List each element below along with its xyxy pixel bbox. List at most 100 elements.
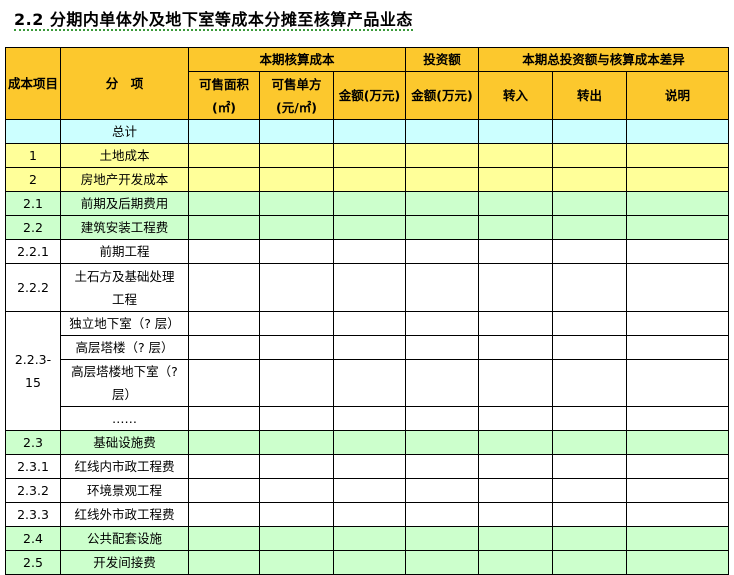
table-cell [188,263,260,312]
table-row: 2 房地产开发成本 [5,167,729,192]
table-cell [478,335,553,360]
table-cell [333,406,406,431]
table-cell [626,311,729,336]
table-cell [259,143,334,168]
table-cell [478,215,553,240]
row-name: 高层塔楼地下室（? 层） [60,359,189,407]
table-cell [333,215,406,240]
row-code: 1 [5,143,61,168]
table-cell [405,167,479,192]
table-cell [478,526,553,551]
row-code: 2.2.3-15 [5,311,61,431]
table-cell [552,454,627,479]
table-cell [259,239,334,264]
table-cell [552,526,627,551]
header-category: 分 项 [60,47,189,120]
table-cell [333,335,406,360]
header-amount: 金额(万元) [333,71,406,120]
row-name: 土地成本 [60,143,189,168]
table-cell [478,143,553,168]
table-cell [333,502,406,527]
document-title: 2.2 分期内单体外及地下室等成本分摊至核算产品业态 [14,6,413,31]
table-cell [333,167,406,192]
table-cell [552,167,627,192]
table-cell [626,191,729,216]
table-cell [333,239,406,264]
table-cell [626,239,729,264]
table-cell [405,526,479,551]
table-cell [188,191,260,216]
table-cell [478,430,553,455]
table-cell [478,502,553,527]
table-cell [259,335,334,360]
table-cell [552,335,627,360]
row-name: 公共配套设施 [60,526,189,551]
table-cell [405,359,479,407]
table-row: 2.3 基础设施费 [5,430,729,455]
row-name: 总计 [60,119,189,144]
table-cell [188,311,260,336]
header-cost-item: 成本项目 [5,47,61,120]
table-row: 2.3.3 红线外市政工程费 [5,502,729,527]
table-cell [405,119,479,144]
table-cell [333,430,406,455]
table-cell [259,359,334,407]
table-cell [478,119,553,144]
table-row: 2.1 前期及后期费用 [5,191,729,216]
table-cell [333,119,406,144]
table-cell [626,167,729,192]
table-cell [626,478,729,503]
row-name: 基础设施费 [60,430,189,455]
table-cell [552,191,627,216]
table-cell [478,311,553,336]
table-cell [188,430,260,455]
table-cell [552,359,627,407]
table-cell [552,502,627,527]
header-current-cost: 本期核算成本 [188,47,406,72]
table-row: 1 土地成本 [5,143,729,168]
table-cell [478,263,553,312]
row-code: 2.3.3 [5,502,61,527]
table-cell [259,526,334,551]
table-cell [333,478,406,503]
table-cell [626,215,729,240]
table-cell [259,191,334,216]
table-cell [405,215,479,240]
row-name: 高层塔楼（? 层） [60,335,189,360]
row-name: 建筑安装工程费 [60,215,189,240]
row-code: 2.3.1 [5,454,61,479]
table-cell [405,430,479,455]
row-code: 2.1 [5,191,61,216]
row-code: 2.2 [5,215,61,240]
header-inv-amount: 金额(万元) [405,71,479,120]
row-name: 环境景观工程 [60,478,189,503]
table-cell [333,359,406,407]
table-cell [405,311,479,336]
row-name: 前期工程 [60,239,189,264]
table-cell [552,143,627,168]
table-cell [333,311,406,336]
table-cell [405,239,479,264]
table-cell [552,430,627,455]
table-cell [259,454,334,479]
header-unit-price: 可售单方(元/㎡) [259,71,334,120]
table-row: 2.2.2 土石方及基础处理工程 [5,263,729,312]
table-cell [405,191,479,216]
row-name: 前期及后期费用 [60,191,189,216]
table-cell [333,191,406,216]
row-name: 红线内市政工程费 [60,454,189,479]
table-cell [478,191,553,216]
table-row: 2.2 建筑安装工程费 [5,215,729,240]
table-cell [259,167,334,192]
row-name: 独立地下室（? 层） [60,311,189,336]
table-cell [259,406,334,431]
table-row: 总计 [5,119,729,144]
table-cell [626,263,729,312]
table-cell [188,454,260,479]
table-cell [478,406,553,431]
table-row: 2.2.3-15 独立地下室（? 层） [5,311,729,431]
table-cell [626,526,729,551]
table-cell [405,335,479,360]
row-code: 2.2.1 [5,239,61,264]
row-code: 2.2.2 [5,263,61,312]
